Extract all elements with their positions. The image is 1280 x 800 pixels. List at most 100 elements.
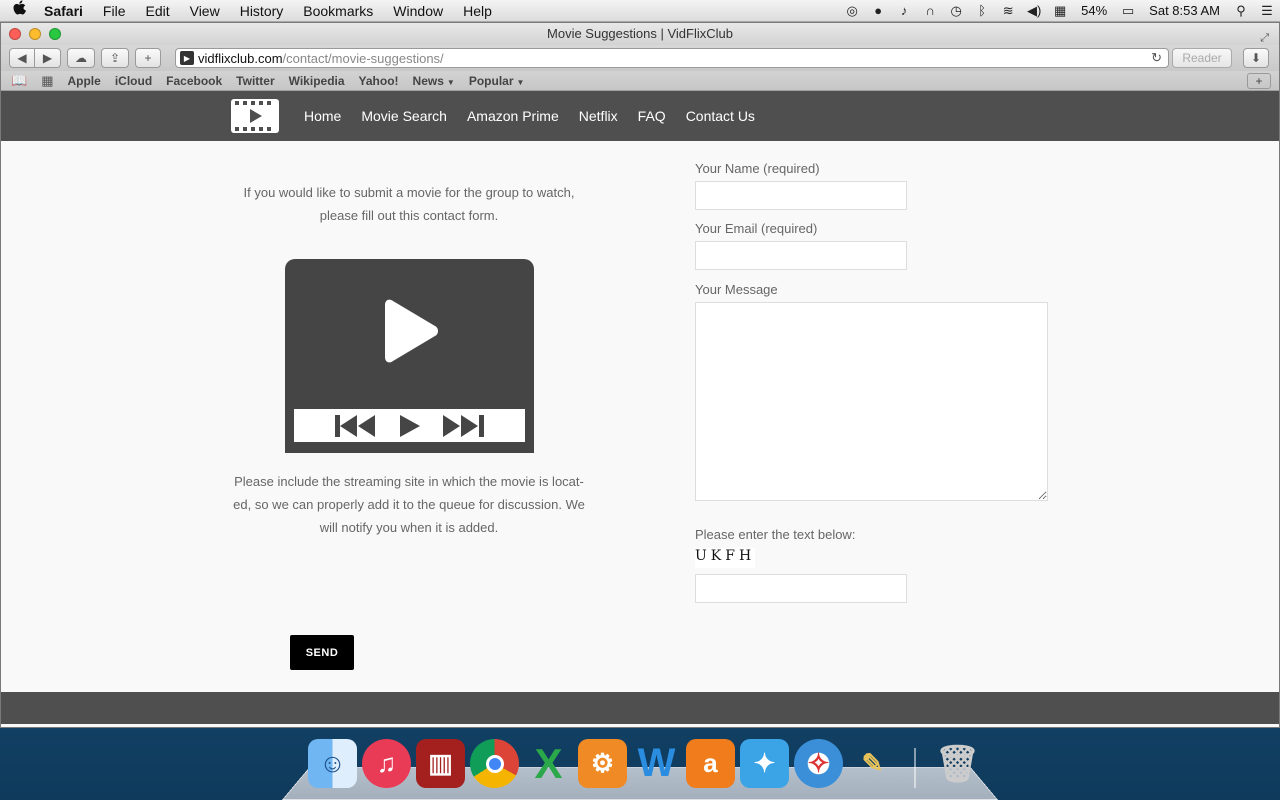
clock[interactable]: Sat 8:53 AM <box>1141 3 1228 18</box>
reader-button[interactable]: Reader <box>1172 48 1232 68</box>
chevron-down-icon: ▼ <box>446 77 455 87</box>
time-machine-icon[interactable]: ◷ <box>943 3 969 19</box>
headphones-icon[interactable]: ∩ <box>917 3 943 18</box>
menu-history[interactable]: History <box>230 3 294 19</box>
photo-booth-icon[interactable]: ▥ <box>416 739 465 788</box>
close-window-button[interactable] <box>9 28 21 40</box>
minimize-window-button[interactable] <box>29 28 41 40</box>
dock: ☺ ♫ ▥ X ⚙ W a ✦ ✧ ✎ 🗑 <box>308 736 982 788</box>
top-sites-icon[interactable]: ▦ <box>41 73 53 89</box>
menu-safari[interactable]: Safari <box>38 3 93 19</box>
menu-file[interactable]: File <box>93 3 136 19</box>
reload-icon[interactable]: ↻ <box>1151 50 1162 66</box>
bookmark-facebook[interactable]: Facebook <box>166 74 222 88</box>
chevron-down-icon: ▼ <box>516 77 525 87</box>
address-bar[interactable]: ▶ vidflixclub.com /contact/movie-suggest… <box>175 48 1169 68</box>
itunes-icon[interactable]: ♫ <box>362 739 411 788</box>
downloads-icon[interactable]: ⬇ <box>1243 48 1269 68</box>
site-nav: Home Movie Search Amazon Prime Netflix F… <box>304 91 755 141</box>
twitter-icon[interactable]: ✦ <box>740 739 789 788</box>
volume-icon[interactable]: ◀) <box>1021 3 1047 19</box>
system-preferences-icon[interactable]: ⚙ <box>578 739 627 788</box>
nav-amazon-prime[interactable]: Amazon Prime <box>467 108 559 124</box>
add-tab-icon[interactable]: + <box>1247 72 1271 89</box>
note-line: will notify you when it is added. <box>319 520 499 535</box>
trash-icon[interactable]: 🗑 <box>933 739 982 788</box>
site-favicon-icon: ▶ <box>180 51 194 65</box>
nav-home[interactable]: Home <box>304 108 341 124</box>
notification-center-icon[interactable]: ☰ <box>1254 3 1280 19</box>
menu-edit[interactable]: Edit <box>135 3 179 19</box>
bookmark-yahoo[interactable]: Yahoo! <box>359 74 399 88</box>
message-label: Your Message <box>695 282 778 297</box>
spotlight-search-icon[interactable]: ⚲ <box>1228 3 1254 19</box>
video-player-illustration <box>285 259 534 453</box>
nav-faq[interactable]: FAQ <box>638 108 666 124</box>
safari-icon[interactable]: ✧ <box>794 739 843 788</box>
captcha-field[interactable] <box>695 574 907 603</box>
menu-help[interactable]: Help <box>453 3 502 19</box>
note-line: Please include the streaming site in whi… <box>234 474 584 489</box>
amazon-icon[interactable]: a <box>686 739 735 788</box>
share-icon[interactable]: ⇪ <box>101 48 129 68</box>
bookmark-wikipedia[interactable]: Wikipedia <box>289 74 345 88</box>
intro-text: If you would like to submit a movie for … <box>233 181 585 227</box>
email-label: Your Email (required) <box>695 221 818 236</box>
finder-icon[interactable]: ☺ <box>308 739 357 788</box>
nav-netflix[interactable]: Netflix <box>579 108 618 124</box>
excel-icon[interactable]: X <box>524 739 573 788</box>
bookmark-twitter[interactable]: Twitter <box>236 74 274 88</box>
player-controls <box>294 409 525 442</box>
send-button[interactable]: SEND <box>290 635 354 670</box>
battery-percent[interactable]: 54% <box>1073 3 1115 18</box>
apple-menu-icon[interactable] <box>0 0 38 21</box>
name-field[interactable] <box>695 181 907 210</box>
safari-window: Movie Suggestions | VidFlixClub ⤢ ◀ ▶ ☁ … <box>0 22 1280 728</box>
bookmark-news-label: News <box>412 73 444 88</box>
bookmark-apple[interactable]: Apple <box>67 74 100 88</box>
menu-bookmarks[interactable]: Bookmarks <box>293 3 383 19</box>
site-footer <box>1 692 1279 724</box>
creative-cloud-icon[interactable]: ◎ <box>839 3 865 19</box>
bookmark-popular-label: Popular <box>468 73 514 88</box>
chrome-icon[interactable] <box>470 739 519 788</box>
site-logo-icon[interactable] <box>231 99 279 133</box>
menu-window[interactable]: Window <box>383 3 453 19</box>
back-button[interactable]: ◀ <box>9 48 35 68</box>
new-tab-button[interactable]: + <box>135 48 161 68</box>
email-field[interactable] <box>695 241 907 270</box>
contact-form: Your Name (required) Your Email (require… <box>695 161 1048 603</box>
bookmark-popular-folder[interactable]: Popular ▼ <box>469 74 525 88</box>
title-bar: Movie Suggestions | VidFlixClub ⤢ <box>1 23 1279 45</box>
instructions-text: Please include the streaming site in whi… <box>233 470 585 539</box>
play-icon <box>385 299 438 363</box>
nav-contact-us[interactable]: Contact Us <box>686 108 755 124</box>
skip-back-icon <box>334 414 375 437</box>
icloud-tabs-icon[interactable]: ☁ <box>67 48 95 68</box>
battery-icon[interactable]: ▭ <box>1115 3 1141 19</box>
zoom-window-button[interactable] <box>49 28 61 40</box>
name-label: Your Name (required) <box>695 161 820 176</box>
window-title: Movie Suggestions | VidFlixClub <box>547 26 733 41</box>
nav-movie-search[interactable]: Movie Search <box>361 108 447 124</box>
page-content: If you would like to submit a movie for … <box>1 141 1279 692</box>
message-field[interactable] <box>695 302 1048 501</box>
intro-line: please fill out this contact form. <box>319 208 499 223</box>
note-line: ed, so we can properly add it to the que… <box>233 497 585 512</box>
paintbrush-icon[interactable]: ✎ <box>848 739 897 788</box>
url-host: vidflixclub.com <box>198 50 283 66</box>
word-icon[interactable]: W <box>632 739 681 788</box>
bookmark-news-folder[interactable]: News ▼ <box>413 74 455 88</box>
bluetooth-icon[interactable]: ᛒ <box>969 3 995 18</box>
evernote-icon[interactable]: ● <box>865 3 891 18</box>
wifi-icon[interactable]: ≋ <box>995 3 1021 19</box>
menu-bar: Safari File Edit View History Bookmarks … <box>0 0 1280 22</box>
captcha-image: UKFH <box>695 548 755 568</box>
url-path: /contact/movie-suggestions/ <box>282 50 444 66</box>
notification-bell-icon[interactable]: ♪ <box>891 3 917 18</box>
calendar-icon[interactable]: ▦ <box>1047 3 1073 19</box>
reading-list-icon[interactable]: 📖 <box>11 73 27 89</box>
menu-view[interactable]: View <box>180 3 230 19</box>
forward-button[interactable]: ▶ <box>35 48 61 68</box>
bookmark-icloud[interactable]: iCloud <box>115 74 152 88</box>
